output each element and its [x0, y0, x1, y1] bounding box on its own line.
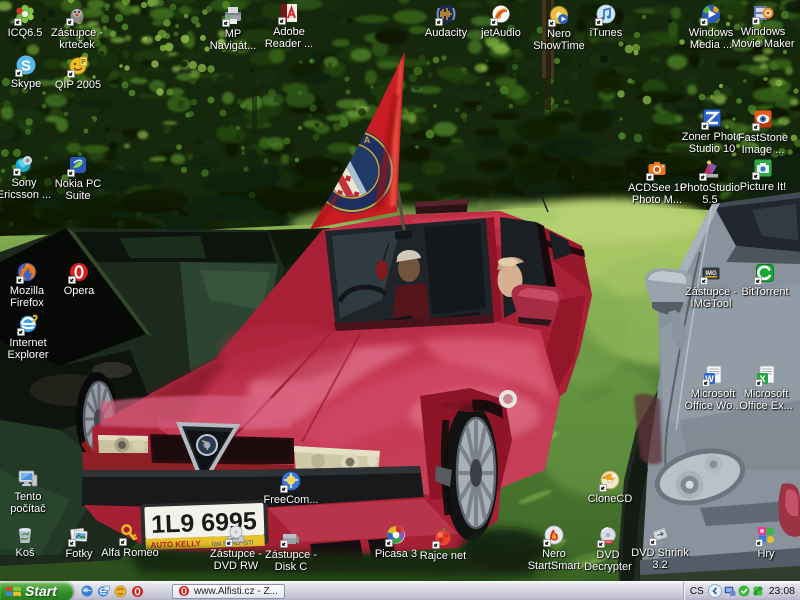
- svg-text:DVD: DVD: [604, 540, 612, 544]
- svg-text:A: A: [364, 135, 371, 145]
- svg-text:P: P: [81, 59, 86, 66]
